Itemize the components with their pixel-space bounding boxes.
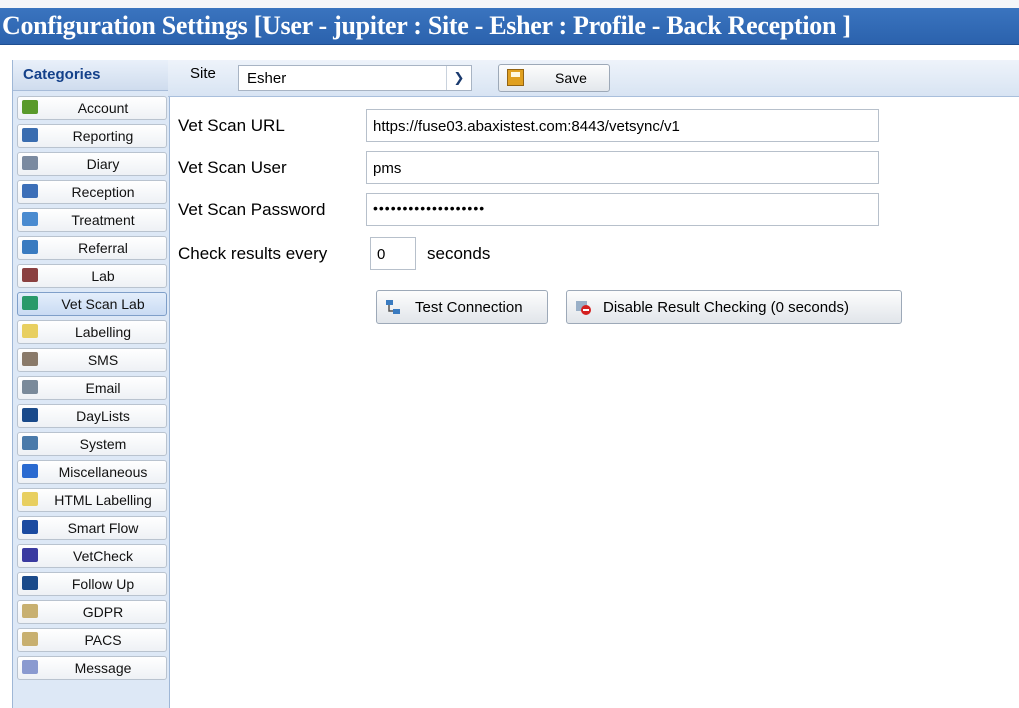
test-connection-label: Test Connection xyxy=(415,299,523,316)
sidebar-item-vet-scan-lab[interactable]: Vet Scan Lab xyxy=(17,292,167,316)
lab-icon xyxy=(22,268,38,282)
test-connection-button[interactable]: Test Connection xyxy=(376,290,548,324)
network-icon xyxy=(386,300,400,314)
save-button[interactable]: Save xyxy=(498,64,610,92)
account-icon xyxy=(22,100,38,114)
sidebar-item-label: VetCheck xyxy=(73,548,133,564)
sms-icon xyxy=(22,352,38,366)
sidebar-item-label: SMS xyxy=(87,352,119,368)
sidebar-item-label: Vet Scan Lab xyxy=(61,296,145,312)
disable-result-checking-button[interactable]: Disable Result Checking (0 seconds) xyxy=(566,290,902,324)
html-labelling-icon xyxy=(22,492,38,506)
labelling-icon xyxy=(22,324,38,338)
sidebar-item-label: Treatment xyxy=(71,212,135,228)
categories-list: Account Reporting Diary Reception Treatment R… xyxy=(17,96,167,684)
gdpr-icon xyxy=(22,604,38,618)
save-button-label: Save xyxy=(555,70,587,86)
referral-icon xyxy=(22,240,38,254)
check-interval-prefix: Check results every xyxy=(178,244,328,263)
sidebar-item-smart-flow[interactable]: Smart Flow xyxy=(17,516,167,540)
followup-icon xyxy=(22,576,38,590)
sidebar-item-label: Smart Flow xyxy=(67,520,139,536)
message-icon xyxy=(22,660,38,674)
check-interval-input[interactable]: 0 xyxy=(370,237,416,270)
vet-scan-user-input[interactable]: pms xyxy=(366,151,879,184)
sidebar-item-label: HTML Labelling xyxy=(54,492,152,508)
sidebar-item-system[interactable]: System xyxy=(17,432,167,456)
sidebar-item-lab[interactable]: Lab xyxy=(17,264,167,288)
sidebar-item-label: Diary xyxy=(86,156,120,172)
vet-scan-url-input[interactable]: https://fuse03.abaxistest.com:8443/vetsy… xyxy=(366,109,879,142)
window-title: Configuration Settings [User - jupiter :… xyxy=(2,11,851,40)
sidebar-item-email[interactable]: Email xyxy=(17,376,167,400)
sidebar-item-label: Referral xyxy=(78,240,128,256)
vetcheck-icon xyxy=(22,548,38,562)
vet-scan-user-label: Vet Scan User xyxy=(178,158,287,177)
email-icon xyxy=(22,380,38,394)
diary-icon xyxy=(22,156,38,170)
sidebar-item-pacs[interactable]: PACS xyxy=(17,628,167,652)
sidebar-item-message[interactable]: Message xyxy=(17,656,167,680)
title-bar: Configuration Settings [User - jupiter :… xyxy=(0,8,1019,45)
sidebar-item-label: DayLists xyxy=(76,408,130,424)
smartflow-icon xyxy=(22,520,38,534)
sidebar-item-label: Message xyxy=(74,660,132,676)
vet-scan-password-input[interactable]: ••••••••••••••••••• xyxy=(366,193,879,226)
sidebar-item-diary[interactable]: Diary xyxy=(17,152,167,176)
sidebar-item-html-labelling[interactable]: HTML Labelling xyxy=(17,488,167,512)
system-icon xyxy=(22,436,38,450)
vetscan-icon xyxy=(22,296,38,310)
sidebar-item-treatment[interactable]: Treatment xyxy=(17,208,167,232)
sidebar-item-label: Reporting xyxy=(72,128,134,144)
sidebar-item-follow-up[interactable]: Follow Up xyxy=(17,572,167,596)
toolbar: Site Esher ❯ Save xyxy=(168,60,1019,97)
sidebar-item-label: Reception xyxy=(71,184,135,200)
check-interval-suffix: seconds xyxy=(427,244,491,263)
sidebar-item-miscellaneous[interactable]: Miscellaneous xyxy=(17,460,167,484)
stop-icon xyxy=(576,301,591,315)
sidebar-item-referral[interactable]: Referral xyxy=(17,236,167,260)
info-icon xyxy=(22,464,38,478)
sidebar-item-sms[interactable]: SMS xyxy=(17,348,167,372)
sidebar-item-label: PACS xyxy=(84,632,122,648)
chevron-down-icon[interactable]: ❯ xyxy=(446,66,471,90)
sidebar-item-reception[interactable]: Reception xyxy=(17,180,167,204)
sidebar-item-label: Miscellaneous xyxy=(58,464,148,480)
disable-result-checking-label: Disable Result Checking (0 seconds) xyxy=(603,299,849,316)
categories-title: Categories xyxy=(23,66,101,83)
floppy-disk-icon xyxy=(507,69,524,86)
site-select[interactable]: Esher ❯ xyxy=(238,65,472,91)
sidebar-item-labelling[interactable]: Labelling xyxy=(17,320,167,344)
reception-icon xyxy=(22,184,38,198)
pacs-icon xyxy=(22,632,38,646)
daylists-icon xyxy=(22,408,38,422)
treatment-icon xyxy=(22,212,38,226)
sidebar-item-daylists[interactable]: DayLists xyxy=(17,404,167,428)
vet-scan-url-label: Vet Scan URL xyxy=(178,116,285,135)
categories-sidebar: Categories Account Reporting Diary Receptio… xyxy=(12,60,170,708)
reporting-icon xyxy=(22,128,38,142)
sidebar-item-label: Labelling xyxy=(74,324,132,340)
sidebar-item-label: GDPR xyxy=(82,604,124,620)
sidebar-item-label: System xyxy=(79,436,127,452)
sidebar-item-account[interactable]: Account xyxy=(17,96,167,120)
sidebar-item-vetcheck[interactable]: VetCheck xyxy=(17,544,167,568)
window-top-strip xyxy=(0,0,1019,8)
sidebar-item-label: Email xyxy=(85,380,121,396)
site-label: Site xyxy=(190,65,216,82)
site-select-value: Esher xyxy=(247,70,287,87)
sidebar-item-label: Lab xyxy=(91,268,115,284)
categories-header: Categories xyxy=(13,60,169,91)
sidebar-item-label: Account xyxy=(77,100,129,116)
sidebar-item-gdpr[interactable]: GDPR xyxy=(17,600,167,624)
sidebar-item-label: Follow Up xyxy=(71,576,135,592)
vet-scan-password-label: Vet Scan Password xyxy=(178,200,326,219)
sidebar-item-reporting[interactable]: Reporting xyxy=(17,124,167,148)
